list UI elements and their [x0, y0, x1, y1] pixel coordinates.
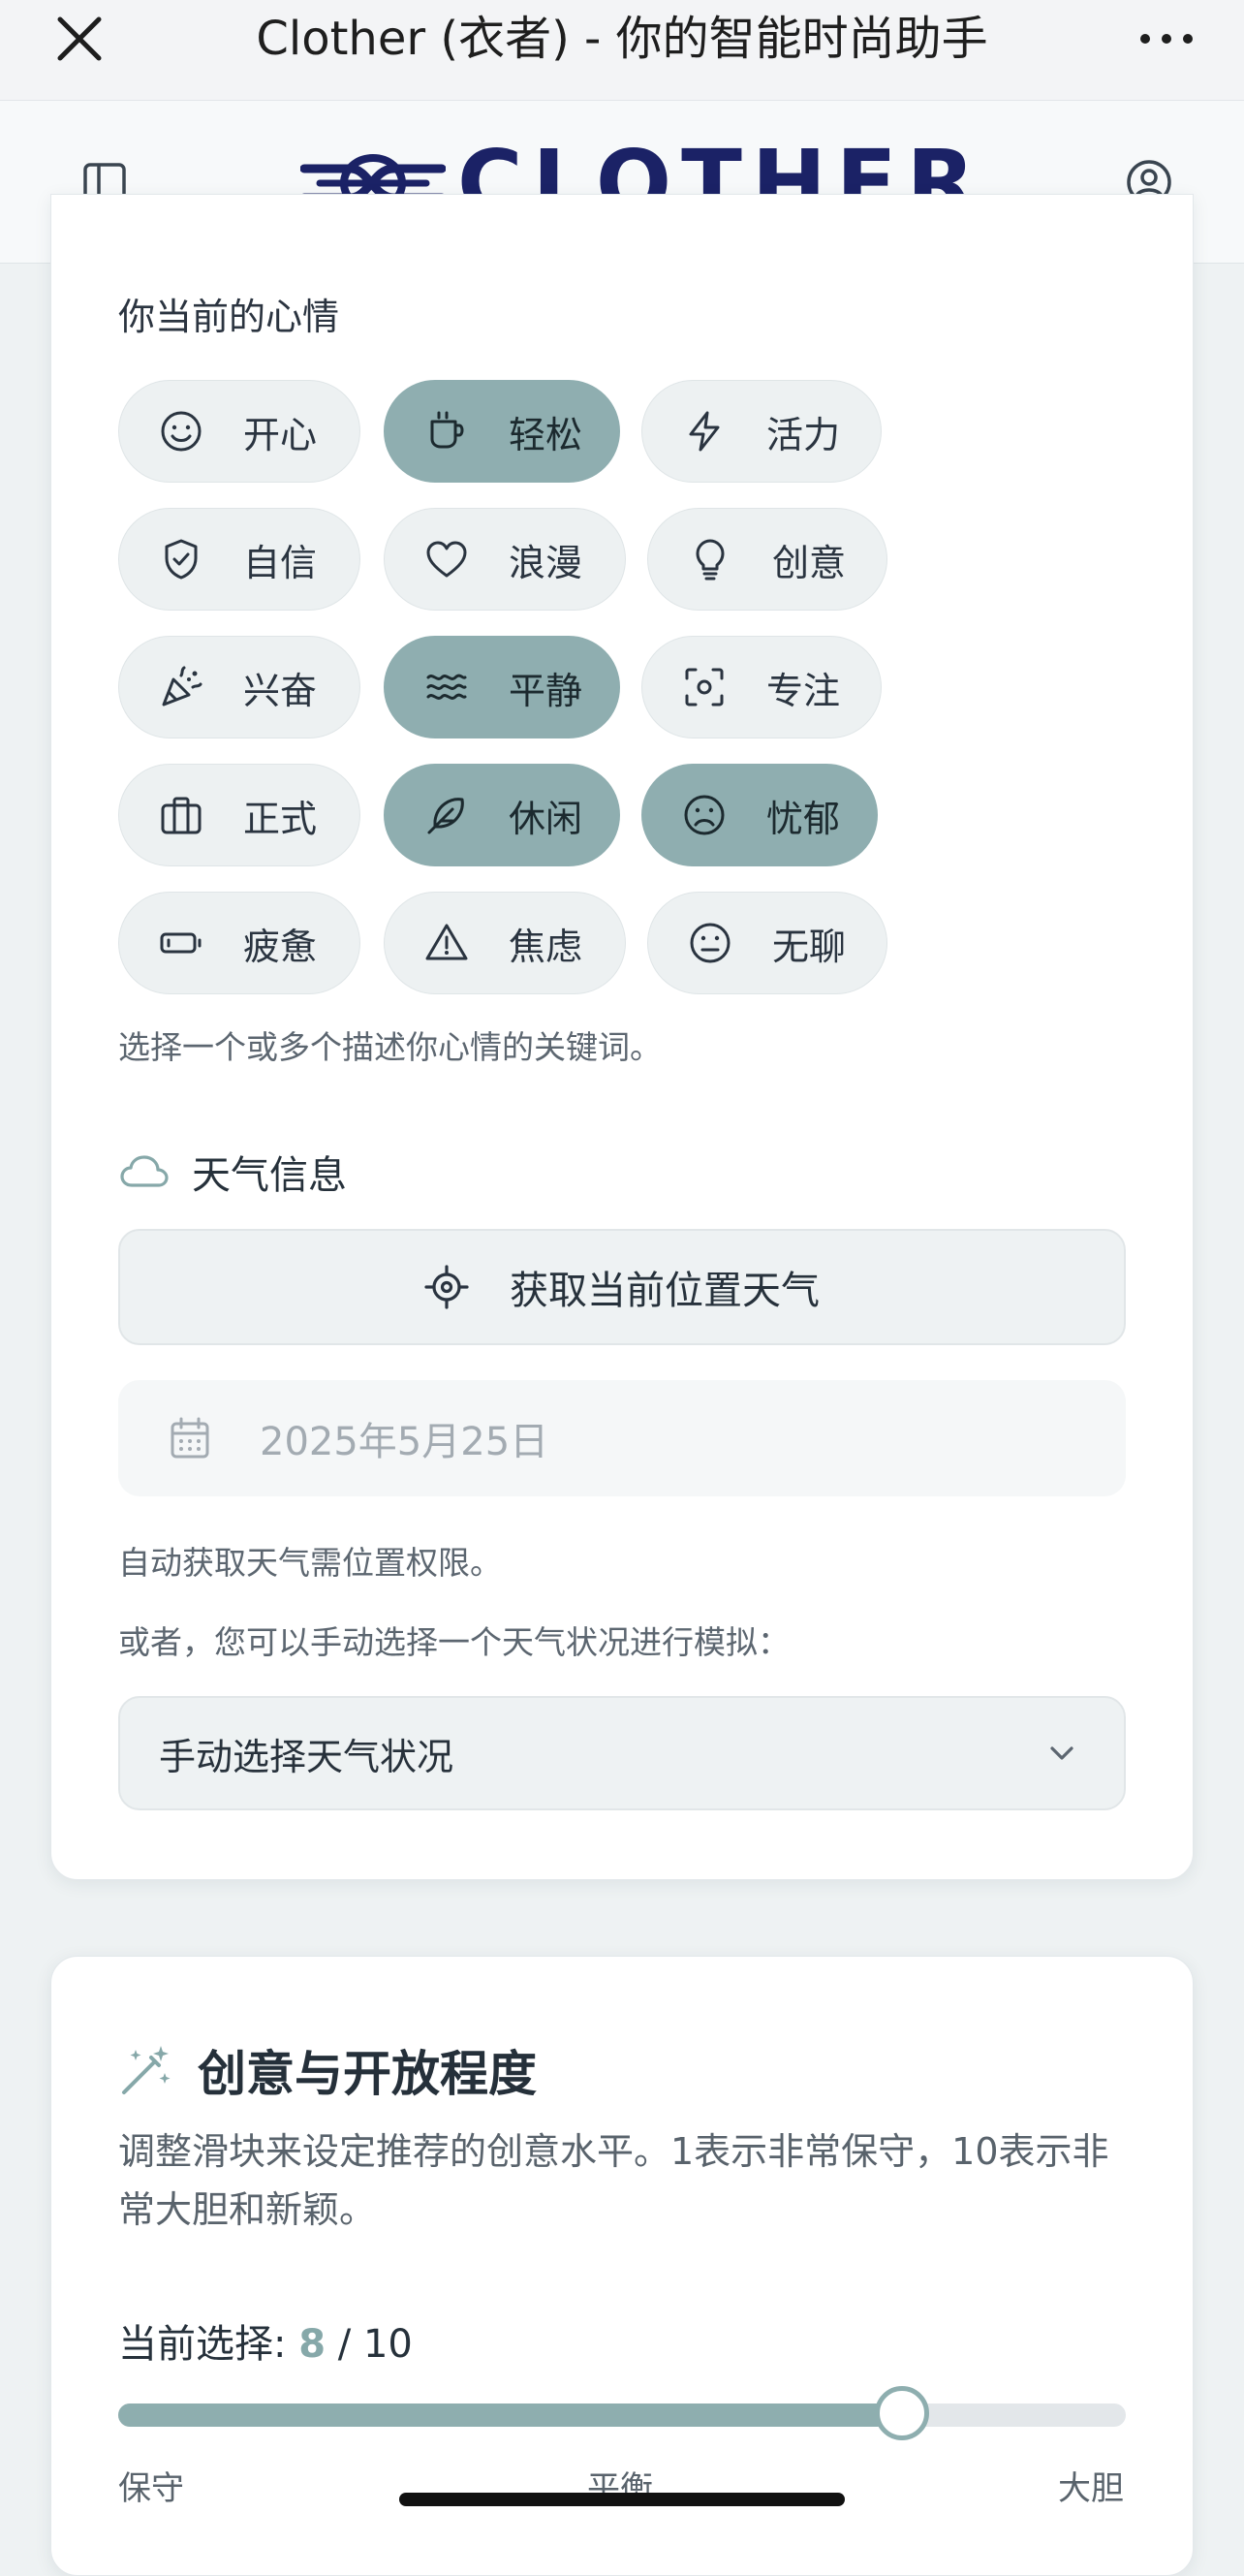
creativity-title: 创意与开放程度 [198, 2046, 537, 2102]
weather-manual-note: 或者，您可以手动选择一个天气状况进行模拟： [118, 1623, 790, 1661]
mood-chip-focused[interactable]: 专注 [641, 636, 882, 738]
weather-heading: 天气信息 [118, 1144, 347, 1200]
mood-chip-confident[interactable]: 自信 [118, 508, 360, 611]
chevron-down-icon [1050, 1746, 1073, 1760]
waves-icon [426, 674, 467, 700]
date-field[interactable]: 2025年5月25日 [118, 1380, 1126, 1496]
current-selection-label: 当前选择: [118, 2322, 287, 2367]
browser-title: Clother (衣者) - 你的智能时尚助手 [256, 12, 988, 66]
frown-icon [684, 795, 725, 835]
mood-chip-energetic[interactable]: 活力 [641, 380, 882, 483]
creativity-slider-fill [118, 2403, 902, 2427]
current-selection-max: / 10 [337, 2322, 413, 2367]
coffee-cup-icon [430, 411, 464, 449]
heart-icon [426, 541, 467, 578]
locate-crosshair-icon [424, 1265, 469, 1309]
focus-frame-icon [685, 668, 724, 707]
mood-chip-happy[interactable]: 开心 [118, 380, 360, 483]
party-popper-icon [162, 666, 202, 707]
get-location-weather-label: 获取当前位置天气 [510, 1269, 820, 1313]
mood-chip-tired[interactable]: 疲惫 [118, 892, 360, 994]
mood-chip-relaxed[interactable]: 轻松 [384, 380, 620, 483]
current-selection-value: 8 [298, 2322, 327, 2367]
lightning-icon [689, 411, 720, 452]
mood-chip-romantic[interactable]: 浪漫 [384, 508, 626, 611]
more-horizontal-icon[interactable] [1137, 16, 1196, 62]
manual-weather-select-value: 手动选择天气状况 [159, 1735, 454, 1778]
creativity-slider[interactable] [118, 2386, 1126, 2440]
briefcase-icon [161, 797, 202, 834]
mood-chip-melancholy[interactable]: 忧郁 [641, 764, 878, 866]
manual-weather-select[interactable]: 手动选择天气状况 [118, 1696, 1126, 1810]
mood-chip-creative[interactable]: 创意 [647, 508, 887, 611]
creativity-slider-thumb[interactable] [875, 2386, 929, 2440]
date-value: 2025年5月25日 [260, 1420, 549, 1464]
lightbulb-icon [696, 539, 725, 581]
mood-chip-formal[interactable]: 正式 [118, 764, 360, 866]
battery-low-icon [160, 932, 202, 954]
shield-check-icon [165, 539, 198, 580]
browser-top-bar: Clother (衣者) - 你的智能时尚助手 [0, 0, 1244, 101]
scale-high-label: 大胆 [1058, 2469, 1124, 2508]
magic-wand-icon [122, 2046, 171, 2094]
weather-section-label: 天气信息 [192, 1153, 347, 1198]
smile-icon [161, 411, 202, 452]
warning-triangle-icon [425, 924, 468, 960]
get-location-weather-button[interactable]: 获取当前位置天气 [118, 1229, 1126, 1345]
feather-icon [427, 798, 464, 834]
mood-helper-text: 选择一个或多个描述你心情的关键词。 [118, 1028, 662, 1066]
weather-permission-note: 自动获取天气需位置权限。 [118, 1544, 502, 1582]
creativity-description: 调整滑块来设定推荐的创意水平。1表示非常保守，10表示非常大胆和新颖。 [118, 2130, 1109, 2231]
mood-chip-bored[interactable]: 无聊 [647, 892, 887, 994]
meh-face-icon [690, 923, 731, 963]
mood-chip-casual[interactable]: 休闲 [384, 764, 620, 866]
home-indicator [399, 2493, 845, 2506]
mood-chip-calm[interactable]: 平静 [384, 636, 620, 738]
creativity-heading: 创意与开放程度 [118, 2035, 537, 2105]
cloud-icon [120, 1155, 169, 1187]
mood-chip-anxious[interactable]: 焦虑 [384, 892, 626, 994]
mood-chip-excited[interactable]: 兴奋 [118, 636, 360, 738]
scale-low-label: 保守 [118, 2469, 184, 2508]
mood-section-label: 你当前的心情 [118, 296, 340, 338]
current-selection: 当前选择: 8 / 10 [118, 2312, 413, 2369]
calendar-icon [171, 1417, 209, 1459]
